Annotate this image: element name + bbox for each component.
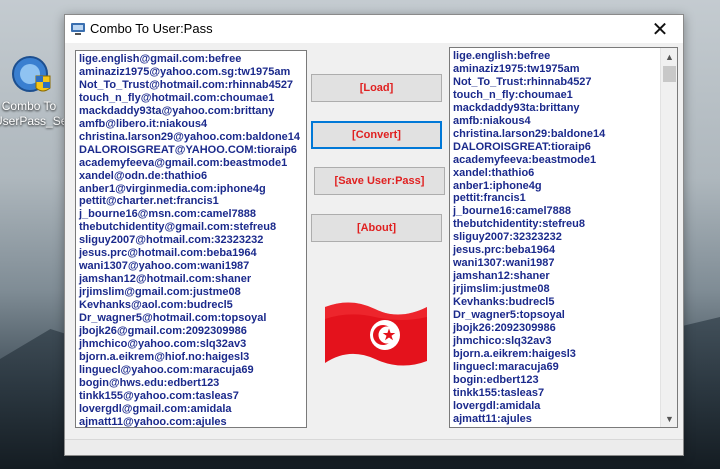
list-item[interactable]: lovergdl@gmail.com:amidala — [76, 403, 306, 416]
list-item[interactable]: bjorn.a.eikrem@hiof.no:haigesl3 — [76, 351, 306, 364]
list-item[interactable]: jesus.prc:beba1964 — [450, 244, 677, 257]
convert-button[interactable]: [Convert] — [311, 121, 442, 149]
desktop-icon-label: Combo To UserPass_Setup — [0, 99, 85, 128]
list-item[interactable]: aminaziz1975@yahoo.com.sg:tw1975am — [76, 66, 306, 79]
list-item[interactable]: wani1307:wani1987 — [450, 257, 677, 270]
app-icon — [71, 23, 85, 35]
list-item[interactable]: anber1:iphone4g — [450, 180, 677, 193]
list-item[interactable]: amfb@libero.it:niakous4 — [76, 118, 306, 131]
list-item[interactable]: anber1@virginmedia.com:iphone4g — [76, 183, 306, 196]
scroll-down-icon[interactable]: ▼ — [661, 410, 677, 427]
list-item[interactable]: jhmchico@yahoo.com:slq32av3 — [76, 338, 306, 351]
list-item[interactable]: touch_n_fly@hotmail.com:choumae1 — [76, 92, 306, 105]
window-title: Combo To User:Pass — [90, 21, 213, 36]
list-item[interactable]: linguecl@yahoo.com:maracuja69 — [76, 364, 306, 377]
list-item[interactable]: mackdaddy93ta@yahoo.com:brittany — [76, 105, 306, 118]
save-userpass-button[interactable]: [Save User:Pass] — [314, 167, 445, 195]
list-item[interactable]: Kevhanks:budrecl5 — [450, 296, 677, 309]
combo-input-list[interactable]: lige.english@gmail.com:befree aminaziz197… — [75, 50, 307, 428]
setup-installer-icon — [12, 56, 51, 92]
list-item[interactable]: xandel@odn.de:thathio6 — [76, 170, 306, 183]
list-item[interactable]: linguecl:maracuja69 — [450, 361, 677, 374]
list-item[interactable]: touch_n_fly:choumae1 — [450, 89, 677, 102]
vertical-scrollbar[interactable]: ▲ ▼ — [660, 48, 677, 427]
list-item[interactable]: sliguy2007@hotmail.com:32323232 — [76, 234, 306, 247]
list-item[interactable]: pettit:francis1 — [450, 192, 677, 205]
list-item[interactable]: lige.english@gmail.com:befree — [76, 53, 306, 66]
status-bar — [65, 439, 683, 455]
list-item[interactable]: ajmatt11@yahoo.com:ajules — [76, 416, 306, 427]
list-item[interactable]: Dr_wagner5:topsoyal — [450, 309, 677, 322]
tunisian-flag-icon — [325, 302, 427, 366]
list-item[interactable]: tinkk155:tasleas7 — [450, 387, 677, 400]
list-item[interactable]: sliguy2007:32323232 — [450, 231, 677, 244]
list-item[interactable]: thebutchidentity@gmail.com:stefreu8 — [76, 221, 306, 234]
list-item[interactable]: jrjimslim@gmail.com:justme08 — [76, 286, 306, 299]
list-item[interactable]: bogin:edbert123 — [450, 374, 677, 387]
list-item[interactable]: ajmatt11:ajules — [450, 413, 677, 426]
list-item[interactable]: Dr_wagner5@hotmail.com:topsoyal — [76, 312, 306, 325]
list-item[interactable]: jrjimslim:justme08 — [450, 283, 677, 296]
list-item[interactable]: jbojk26@gmail.com:2092309986 — [76, 325, 306, 338]
list-item[interactable]: jhmchico:slq32av3 — [450, 335, 677, 348]
list-item[interactable]: christina.larson29@yahoo.com:baldone14 — [76, 131, 306, 144]
scroll-up-icon[interactable]: ▲ — [661, 48, 677, 65]
title-bar[interactable]: Combo To User:Pass ✕ — [65, 15, 683, 43]
list-item[interactable]: tinkk155@yahoo.com:tasleas7 — [76, 390, 306, 403]
list-item[interactable]: jbojk26:2092309986 — [450, 322, 677, 335]
list-item[interactable]: thebutchidentity:stefreu8 — [450, 218, 677, 231]
list-item[interactable]: christina.larson29:baldone14 — [450, 128, 677, 141]
list-item[interactable]: Not_To_Trust@hotmail.com:rhinnab4527 — [76, 79, 306, 92]
list-item[interactable]: lovergdl:amidala — [450, 400, 677, 413]
close-icon: ✕ — [651, 18, 669, 41]
list-item[interactable]: amfb:niakous4 — [450, 115, 677, 128]
list-item[interactable]: j_bourne16@msn.com:camel7888 — [76, 208, 306, 221]
list-item[interactable]: jamshan12@hotmail.com:shaner — [76, 273, 306, 286]
list-item[interactable]: academyfeeva@gmail.com:beastmode1 — [76, 157, 306, 170]
list-item[interactable]: xandel:thathio6 — [450, 167, 677, 180]
list-item[interactable]: lige.english:befree — [450, 50, 677, 63]
list-item[interactable]: DALOROISGREAT@YAHOO.COM:tioraip6 — [76, 144, 306, 157]
list-item[interactable]: j_bourne16:camel7888 — [450, 205, 677, 218]
list-item[interactable]: jamshan12:shaner — [450, 270, 677, 283]
list-item[interactable]: Not_To_Trust:rhinnab4527 — [450, 76, 677, 89]
list-item[interactable]: wani1307@yahoo.com:wani1987 — [76, 260, 306, 273]
list-item[interactable]: pettit@charter.net:francis1 — [76, 195, 306, 208]
list-item[interactable]: Kevhanks@aol.com:budrecl5 — [76, 299, 306, 312]
userpass-output-list[interactable]: lige.english:befree aminaziz1975:tw1975am… — [449, 47, 678, 428]
list-item[interactable]: bogin@hws.edu:edbert123 — [76, 377, 306, 390]
list-item[interactable]: jesus.prc@hotmail.com:beba1964 — [76, 247, 306, 260]
app-window: Combo To User:Pass ✕ lige.english@gmail.… — [64, 14, 684, 456]
list-item[interactable]: mackdaddy93ta:brittany — [450, 102, 677, 115]
scroll-thumb[interactable] — [663, 66, 676, 82]
close-button[interactable]: ✕ — [637, 15, 683, 43]
about-button[interactable]: [About] — [311, 214, 442, 242]
list-item[interactable]: aminaziz1975:tw1975am — [450, 63, 677, 76]
list-item[interactable]: DALOROISGREAT:tioraip6 — [450, 141, 677, 154]
list-item[interactable]: academyfeeva:beastmode1 — [450, 154, 677, 167]
load-button[interactable]: [Load] — [311, 74, 442, 102]
list-item[interactable]: bjorn.a.eikrem:haigesl3 — [450, 348, 677, 361]
